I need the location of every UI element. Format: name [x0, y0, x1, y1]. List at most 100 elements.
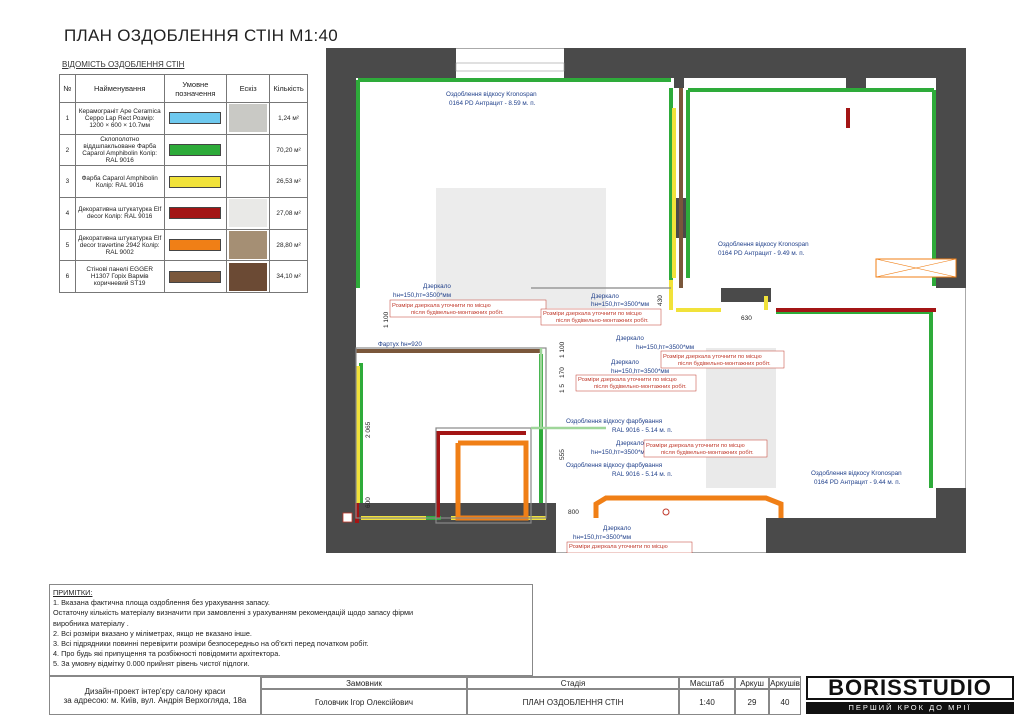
legend-name: Декоративна штукатурка Elf decor travert…	[74, 228, 165, 262]
kronospan-label-1b: 0164 PD Антрацит - 8.59 м. п.	[449, 100, 536, 107]
title-block: Дизайн-проект інтер'єру салону краси за …	[49, 676, 801, 722]
dim-555: 555	[559, 449, 566, 460]
legend-row: 4 Декоративна штукатурка Elf decor Колір:…	[59, 197, 308, 230]
note-line: 2. Всі розміри вказано у міліметрах, якщ…	[53, 628, 252, 638]
col-sketch: Ескіз	[226, 74, 271, 103]
legend-header-row: № Найменування Умовне позначення Ескіз К…	[59, 74, 308, 103]
dim-170: 170	[559, 367, 566, 378]
svg-text:Дзеркало: Дзеркало	[611, 359, 639, 366]
legend-swatch	[169, 270, 222, 283]
legend-swatch	[169, 144, 222, 157]
svg-text:після будівельно-монтажних роб: після будівельно-монтажних робіт.	[661, 450, 754, 456]
svg-text:Розміри дзеркала уточнити по м: Розміри дзеркала уточнити по місцю	[392, 303, 491, 309]
note-line: виробника матеріалу .	[53, 618, 129, 628]
kronospan-label-3b: 0164 PD Антрацит - 9.44 м. п.	[814, 479, 901, 486]
legend-title: ВІДОМІСТЬ ОЗДОБЛЕННЯ СТІН	[62, 60, 185, 69]
material-sketch	[229, 199, 268, 228]
svg-text:після будівельно-монтажних роб: після будівельно-монтажних робіт.	[678, 361, 771, 367]
legend-swatch	[169, 239, 222, 252]
svg-text:hн=150,hт=3500*мм: hн=150,hт=3500*мм	[573, 534, 631, 541]
paint-label-2a: Оздоблення відкосу фарбування	[566, 461, 662, 469]
note-line: 3. Всі підрядники повинні перевірити роз…	[53, 639, 369, 649]
material-sketch	[229, 231, 268, 260]
svg-text:Дзеркало: Дзеркало	[591, 293, 619, 300]
svg-text:після будівельно-монтажних роб: після будівельно-монтажних робіт.	[594, 384, 687, 390]
svg-text:Розміри дзеркала уточнити по м: Розміри дзеркала уточнити по місцю	[578, 377, 677, 383]
svg-text:після будівельно-монтажних роб: після будівельно-монтажних робіт.	[411, 310, 504, 316]
sheet-header: Аркуш	[735, 677, 769, 689]
logo-name: BORISSTUDIO	[806, 676, 1014, 700]
legend-number: 2	[59, 133, 76, 167]
legend-number: 1	[59, 102, 76, 135]
legend-row: 6 Стінові панелі EGGER H1307 Горіх Вармів…	[59, 260, 308, 294]
legend-symbol-cell	[163, 260, 228, 294]
sheets-value: 40	[769, 689, 801, 715]
note-line: Остаточну кількість матеріалу визначити …	[53, 608, 414, 618]
legend-number: 3	[59, 165, 76, 199]
kronospan-label-1a: Оздоблення відкосу Kronospan	[446, 90, 537, 98]
studio-logo: BORISSTUDIO ПЕРШИЙ КРОК ДО МРІЇ	[806, 676, 1014, 714]
svg-text:Дзеркало: Дзеркало	[603, 525, 631, 532]
dim-1100-left: 1 100	[383, 311, 390, 328]
col-number: №	[59, 74, 76, 103]
legend-name: Фарба Caparol Amphibolin Колір: RAL 9016	[74, 165, 165, 199]
notes-title: ПРИМІТКИ:	[53, 588, 93, 597]
paint-label-1a: Оздоблення відкосу фарбування	[566, 417, 662, 425]
svg-text:hн=150,hт=3500*мм: hн=150,hт=3500*мм	[611, 368, 669, 375]
legend-name: Декоративна штукатурка Elf decor Колір: …	[74, 197, 165, 230]
legend-quantity: 70,20 м²	[269, 133, 308, 167]
note-line: 4. Про будь які припущення та розбіжност…	[53, 649, 281, 659]
paint-label-1b: RAL 9016 - 5.14 м. п.	[612, 427, 673, 434]
client-header: Замовник	[261, 677, 467, 689]
material-sketch	[229, 104, 268, 133]
legend-number: 4	[59, 197, 76, 230]
note-line: 5. За умовну відмітку 0.000 прийнят ріве…	[53, 659, 250, 669]
legend-row: 3 Фарба Caparol Amphibolin Колір: RAL 901…	[59, 165, 308, 199]
legend-quantity: 1,24 м²	[269, 102, 308, 135]
col-symbol: Умовне позначення	[163, 74, 228, 103]
svg-text:Розміри дзеркала уточнити по м: Розміри дзеркала уточнити по місцю	[663, 354, 762, 360]
legend-swatch	[169, 112, 222, 125]
legend-name: Склополотно віддшпакльоване Фарба Caparo…	[74, 133, 165, 167]
project-line-1: Дизайн-проект інтер'єру салону краси	[84, 686, 226, 696]
note-line: 1. Вказана фактична площа оздоблення без…	[53, 598, 270, 608]
sheet-value: 29	[735, 689, 769, 715]
client-name: Головчик Ігор Олексійович	[261, 689, 467, 715]
legend-quantity: 28,80 м²	[269, 228, 308, 262]
stage-value: ПЛАН ОЗДОБЛЕННЯ СТІН	[467, 689, 679, 715]
legend-swatch	[169, 175, 222, 188]
legend-sketch-cell	[226, 133, 271, 167]
legend-sketch-cell	[226, 260, 271, 294]
material-sketch	[229, 262, 268, 291]
dim-630: 630	[741, 315, 752, 322]
material-sketch	[229, 167, 268, 196]
legend-quantity: 27,08 м²	[269, 197, 308, 230]
finish-legend-table: № Найменування Умовне позначення Ескіз К…	[59, 74, 308, 294]
legend-symbol-cell	[163, 228, 228, 262]
legend-sketch-cell	[226, 197, 271, 230]
project-line-2: за адресою: м. Київ, вул. Андрія Верхогл…	[63, 695, 247, 705]
logo-slogan: ПЕРШИЙ КРОК ДО МРІЇ	[806, 702, 1014, 714]
page-title: ПЛАН ОЗДОБЛЕННЯ СТІН М1:40	[64, 26, 339, 45]
stage-header: Стадія	[467, 677, 679, 689]
dim-15: 1 5	[559, 384, 566, 393]
material-sketch	[229, 136, 268, 165]
floor-plan: Оздоблення відкосу Kronospan 0164 PD Ант…	[326, 48, 966, 553]
legend-row: 2 Склополотно віддшпакльоване Фарба Capar…	[59, 133, 308, 167]
apron-label: Фартух hн=920	[378, 341, 422, 348]
dim-430: 430	[657, 295, 664, 306]
svg-text:Дзеркало: Дзеркало	[616, 440, 644, 447]
col-qty: Кількість	[269, 74, 308, 103]
dim-600: 600	[365, 497, 372, 508]
kronospan-label-2a: Оздоблення відкосу Kronospan	[718, 240, 809, 248]
svg-text:Розміри дзеркала уточнити по м: Розміри дзеркала уточнити по місцю	[543, 311, 642, 317]
legend-sketch-cell	[226, 228, 271, 262]
legend-name: Керамограніт Ape Ceramica Ceppo Lap Rect…	[74, 102, 165, 135]
legend-swatch	[169, 207, 222, 220]
legend-symbol-cell	[163, 102, 228, 135]
svg-text:після будівельно-монтажних роб: після будівельно-монтажних робіт.	[556, 318, 649, 324]
paint-label-2b: RAL 9016 - 5.14 м. п.	[612, 471, 673, 478]
legend-row: 5 Декоративна штукатурка Elf decor traver…	[59, 228, 308, 262]
scale-value: 1:40	[679, 689, 735, 715]
mirror-note-5: Дзеркало hн=150,hт=3500*мм Розміри дзерк…	[591, 439, 768, 458]
